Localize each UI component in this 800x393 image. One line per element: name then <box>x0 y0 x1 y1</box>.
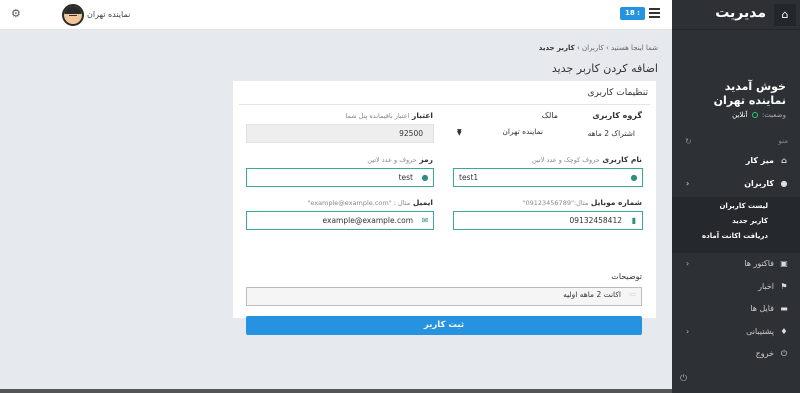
submenu-item-ready-account[interactable]: دریافت اکانت آماده <box>672 229 800 244</box>
user-icon: ● <box>780 179 788 188</box>
description-value: اکانت 2 ماهه اولیه <box>563 290 621 299</box>
status-value: آنلاین <box>732 111 748 119</box>
email-hint: مثال : "example@example.com" <box>307 199 411 207</box>
password-hint: حروف و عدد لاتین <box>367 156 417 164</box>
group-select-value: اشتراک 2 ماهه <box>587 129 635 138</box>
user-form-card: تنظیمات کاربری گروه کاربری اشتراک 2 ماهه… <box>233 81 656 335</box>
password-label-text: رمز <box>419 155 433 164</box>
credit-label: اعتبار اعتبار باقیمانده پنل شما <box>345 111 433 120</box>
description-label: توضیحات <box>611 272 642 281</box>
password-dot-icon: ● <box>421 173 429 182</box>
owner-select[interactable]: نماینده تهران ▼ <box>453 122 551 141</box>
chevron-left-icon: ‹ <box>686 179 690 188</box>
sidebar-item-label: خروج <box>755 349 774 358</box>
section-title: تنظیمات کاربری <box>587 88 649 98</box>
refresh-icon[interactable]: ↻ <box>685 137 692 146</box>
clock-badge: 18 : 53 <box>620 7 645 30</box>
credit-label-text: اعتبار <box>412 111 433 120</box>
breadcrumb: شما اینجا هستید › کاربران › کاربر جدید <box>539 44 658 52</box>
email-value: example@example.com <box>322 216 413 225</box>
sidebar-item-support[interactable]: ♦ پشتیبانی ‹ <box>672 321 800 343</box>
email-label-text: ایمیل <box>412 198 433 207</box>
credit-hint: اعتبار باقیمانده پنل شما <box>345 112 410 120</box>
owner-label: مالک <box>541 111 558 120</box>
sidebar-item-files[interactable]: ▬ فایل ها <box>672 298 800 320</box>
username-label: نام کاربری حروف کوچک و عدد لاتین <box>532 155 642 164</box>
welcome-user: نماینده تهران <box>713 94 786 107</box>
flag-icon: ⚑ <box>780 282 788 291</box>
menu-label: منو <box>778 137 788 145</box>
username-hint: حروف کوچک و عدد لاتین <box>531 156 600 164</box>
bottom-bar <box>0 389 672 393</box>
sidebar: مدیریت ⌂ خوش آمدید نماینده تهران وضعیت: … <box>672 0 800 393</box>
status-line: وضعیت: آنلاین <box>714 111 786 119</box>
chevron-left-icon: ‹ <box>686 327 690 336</box>
email-input[interactable]: ✉ example@example.com <box>246 211 434 230</box>
description-textarea[interactable]: ▭ اکانت 2 ماهه اولیه <box>246 287 642 306</box>
status-label: وضعیت: <box>761 111 786 119</box>
chevron-left-icon: ‹ <box>686 259 690 268</box>
breadcrumb-root[interactable]: شما اینجا هستید <box>611 44 658 52</box>
dropdown-caret-icon: ▼ <box>457 128 462 135</box>
users-submenu: لیست کاربران کاربر جدید دریافت اکانت آما… <box>672 197 800 253</box>
folder-icon: ▬ <box>780 304 788 313</box>
sidebar-header: مدیریت ⌂ <box>672 0 800 30</box>
mobile-value: 09132458412 <box>569 216 623 225</box>
breadcrumb-separator: › <box>574 44 580 52</box>
top-user-name[interactable]: نماینده تهران <box>87 10 130 19</box>
sidebar-item-invoices[interactable]: ▣ فاکتور ها ‹ <box>672 253 800 275</box>
power-icon: ⏻ <box>780 349 788 358</box>
sidebar-item-label: فایل ها <box>750 304 774 313</box>
sidebar-item-dashboard[interactable]: ⌂ میز کار <box>672 150 800 172</box>
sidebar-item-label: میز کار <box>745 156 774 165</box>
status-dot-icon <box>751 112 758 118</box>
top-bar: ⚙ نماینده تهران 18 : 53 <box>0 0 672 30</box>
welcome-block: خوش آمدید نماینده تهران وضعیت: آنلاین <box>714 80 786 119</box>
avatar[interactable] <box>62 4 84 26</box>
mobile-input[interactable]: ▮ 09132458412 <box>453 211 643 230</box>
owner-select-value: نماینده تهران <box>502 127 543 136</box>
submit-user-button[interactable]: ثبت کاربر <box>246 316 642 335</box>
breadcrumb-parent[interactable]: کاربران <box>582 44 604 52</box>
comment-icon: ▭ <box>629 290 636 298</box>
breadcrumb-current: کاربر جدید <box>538 44 575 52</box>
submenu-item-new-user[interactable]: کاربر جدید <box>672 214 800 229</box>
page-title: اضافه کردن کاربر جدید <box>551 62 658 75</box>
username-value: test1 <box>459 173 479 182</box>
password-value: test <box>398 173 413 182</box>
username-label-text: نام کاربری <box>602 155 642 164</box>
sidebar-item-logout[interactable]: ⏻ خروج <box>672 343 800 365</box>
sidebar-item-label: فاکتور ها <box>744 259 774 268</box>
envelope-icon: ✉ <box>421 216 429 225</box>
password-input[interactable]: ● test <box>246 168 434 187</box>
phone-icon: ▮ <box>631 216 637 225</box>
username-input[interactable]: ● test1 <box>453 168 643 187</box>
user-icon: ● <box>630 173 638 182</box>
email-label: ایمیل مثال : "example@example.com" <box>307 198 433 207</box>
home-icon: ⌂ <box>781 156 787 165</box>
mobile-label-text: شماره موبایل <box>590 198 642 207</box>
home-icon[interactable]: ⌂ <box>774 4 796 26</box>
sidebar-item-users[interactable]: ● کاربران ‹ <box>672 173 800 195</box>
mobile-label: شماره موبایل مثال:"09123456789" <box>522 198 642 207</box>
password-label: رمز حروف و عدد لاتین <box>367 155 433 164</box>
bulb-icon: ♦ <box>780 327 788 336</box>
group-label: گروه کاربری <box>592 111 642 120</box>
sidebar-item-news[interactable]: ⚑ اخبار <box>672 276 800 298</box>
welcome-text: خوش آمدید <box>724 80 786 93</box>
brand-title: مدیریت <box>715 5 766 21</box>
sidebar-item-label: پشتیبانی <box>746 327 774 336</box>
mobile-hint: مثال:"09123456789" <box>522 199 589 207</box>
hamburger-menu-icon[interactable] <box>649 8 660 18</box>
invoice-icon: ▣ <box>780 259 788 268</box>
gear-icon[interactable]: ⚙ <box>11 8 23 20</box>
submenu-item-user-list[interactable]: لیست کاربران <box>672 199 800 214</box>
divider <box>239 104 650 105</box>
credit-input[interactable]: 92500 <box>246 124 434 143</box>
breadcrumb-separator: › <box>603 44 609 52</box>
sidebar-item-label: اخبار <box>758 282 774 291</box>
sidebar-item-label: کاربران <box>744 179 774 188</box>
power-icon[interactable]: ⏻ <box>680 374 687 384</box>
